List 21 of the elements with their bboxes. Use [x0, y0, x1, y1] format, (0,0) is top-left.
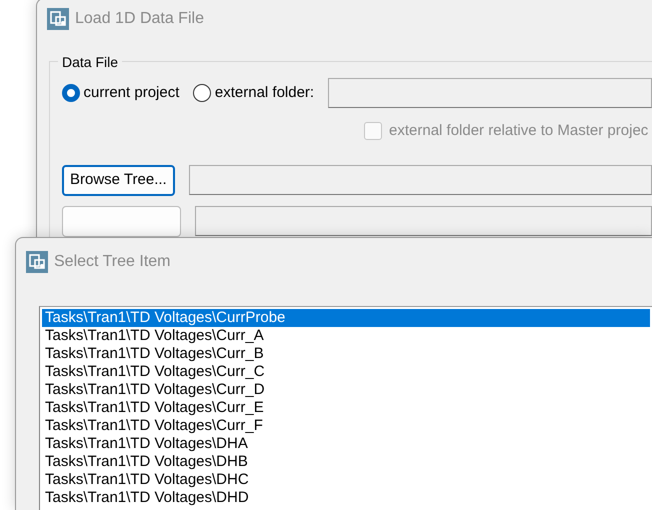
- browse-tree-button[interactable]: Browse Tree...: [62, 164, 175, 196]
- radio-option[interactable]: current project: [62, 82, 180, 104]
- window-title: Load 1D Data File: [75, 9, 204, 29]
- window-title: Select Tree Item: [54, 252, 170, 272]
- app-icon: [47, 8, 69, 30]
- list-item[interactable]: Tasks\Tran1\TD Voltages\DHC: [42, 471, 650, 489]
- list-item[interactable]: Tasks\Tran1\TD Voltages\DHB: [42, 453, 650, 471]
- list-item[interactable]: Tasks\Tran1\TD Voltages\Curr_A: [42, 327, 650, 345]
- list-item[interactable]: Tasks\Tran1\TD Voltages\DHD: [42, 489, 650, 507]
- list-item[interactable]: Tasks\Tran1\TD Voltages\DHA: [42, 435, 650, 453]
- radio-option[interactable]: external folder:: [193, 82, 314, 104]
- list-item[interactable]: Tasks\Tran1\TD Voltages\CurrProbe: [42, 309, 650, 327]
- list-item[interactable]: Tasks\Tran1\TD Voltages\Curr_F: [42, 417, 650, 435]
- list-item[interactable]: Tasks\Tran1\TD Voltages\Curr_D: [42, 381, 650, 399]
- list-item[interactable]: Tasks\Tran1\TD Voltages\Curr_B: [42, 345, 650, 363]
- external-folder-field[interactable]: [328, 78, 652, 108]
- list-item[interactable]: Tasks\Tran1\TD Voltages\Curr_E: [42, 399, 650, 417]
- file-path-field[interactable]: [195, 206, 652, 236]
- list-item[interactable]: Tasks\Tran1\TD Voltages\Curr_C: [42, 363, 650, 381]
- app-icon: [26, 251, 48, 273]
- tree-path-field[interactable]: [188, 165, 652, 195]
